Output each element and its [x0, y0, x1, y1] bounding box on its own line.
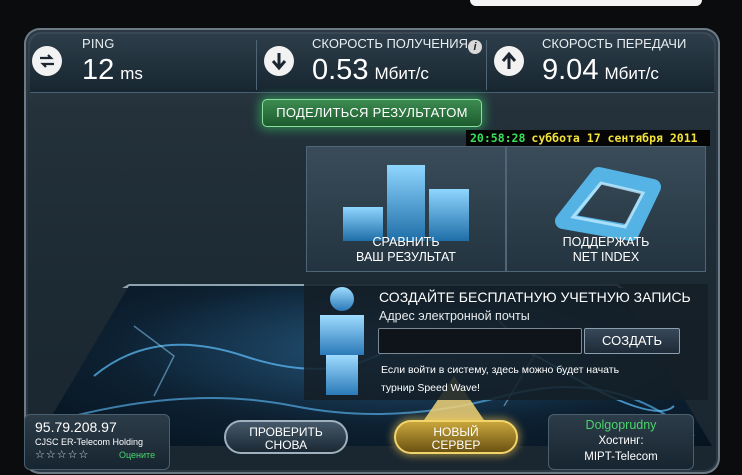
isp-name: CJSC ER-Telecom Holding: [35, 437, 144, 447]
compare-caption: СРАВНИТЬ ВАШ РЕЗУЛЬТАТ: [356, 235, 456, 264]
rate-label[interactable]: Оцените: [119, 450, 155, 460]
signup-note: Если войти в систему, здесь можно будет …: [381, 364, 620, 394]
divider: [486, 40, 487, 90]
signup-title: СОЗДАЙТЕ БЕСПЛАТНУЮ УЧЕТНУЮ ЗАПИСЬ: [379, 289, 691, 305]
server-city: Dolgoprudny: [585, 418, 657, 432]
ip-address: 95.79.208.97: [35, 419, 117, 435]
share-results-button[interactable]: ПОДЕЛИТЬСЯ РЕЗУЛЬТАТОМ: [262, 99, 482, 127]
ping-icon: [32, 46, 62, 76]
person-icon: [320, 287, 364, 395]
email-label: Адрес электронной почты: [379, 309, 530, 323]
clock-date: суббота 17 сентября 2011: [531, 131, 698, 145]
upload-value: 9.04 Мбит/с: [542, 54, 659, 86]
new-server-button[interactable]: НОВЫЙ СЕРВЕР: [394, 420, 518, 454]
download-arrow-icon: [264, 46, 294, 76]
create-account-button[interactable]: СОЗДАТЬ: [584, 328, 680, 354]
top-bar-strip: [470, 0, 702, 6]
upload-arrow-icon: [494, 46, 524, 76]
host-label: Хостинг:: [598, 435, 644, 447]
email-field[interactable]: [378, 328, 582, 354]
info-icon[interactable]: i: [468, 40, 482, 54]
isp-panel: 95.79.208.97 CJSC ER-Telecom Holding ☆☆☆…: [24, 414, 170, 470]
support-caption: ПОДДЕРЖАТЬ NET INDEX: [562, 235, 650, 264]
net-index-logo-icon: [555, 167, 661, 241]
ping-label: PING: [82, 36, 115, 51]
clock-bar: 20:58:28 суббота 17 сентября 2011: [466, 130, 710, 146]
support-net-index-tile[interactable]: ПОДДЕРЖАТЬ NET INDEX: [506, 146, 706, 272]
host-name: MIPT-Telecom: [584, 451, 658, 463]
host-panel: Dolgoprudny Хостинг: MIPT-Telecom: [548, 414, 694, 470]
download-value: 0.53 Мбит/с: [312, 54, 429, 86]
ping-value: 12 ms: [82, 54, 143, 86]
divider: [256, 40, 257, 90]
rating-stars[interactable]: ☆☆☆☆☆: [35, 448, 89, 461]
compare-results-tile[interactable]: СРАВНИТЬ ВАШ РЕЗУЛЬТАТ: [306, 146, 506, 272]
clock-time: 20:58:28: [470, 131, 526, 145]
bar-chart-icon: [343, 165, 469, 241]
upload-label: СКОРОСТЬ ПЕРЕДАЧИ: [542, 36, 687, 51]
test-again-button[interactable]: ПРОВЕРИТЬ СНОВА: [224, 420, 348, 454]
